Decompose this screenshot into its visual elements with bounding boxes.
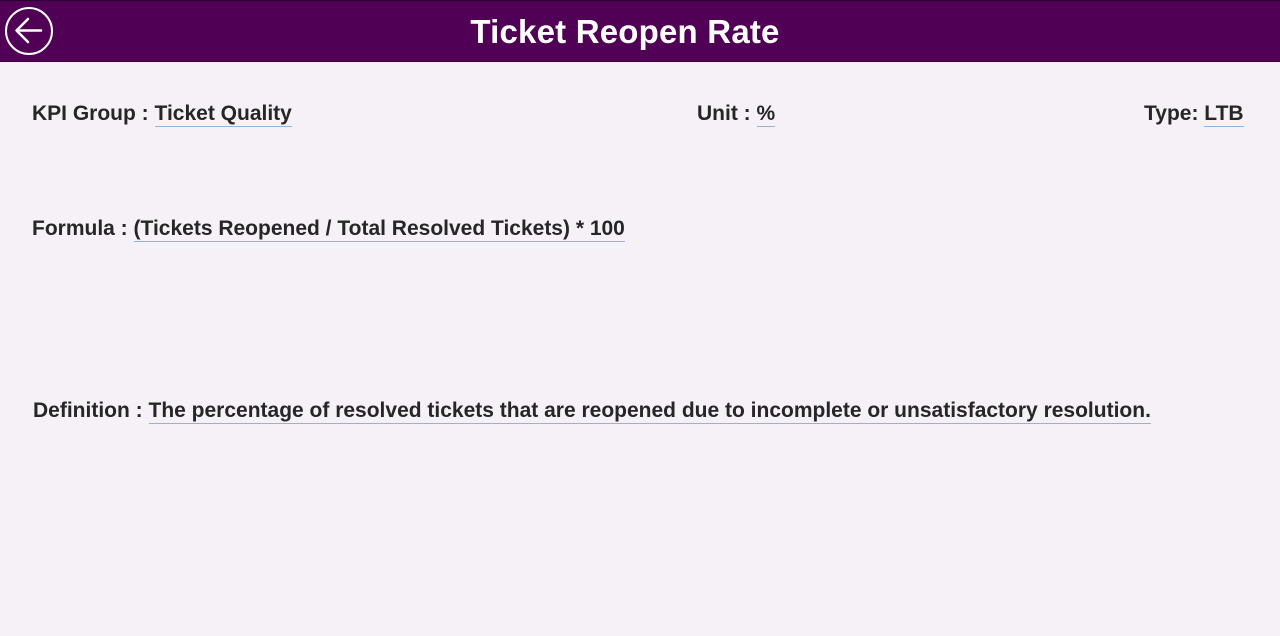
type-label: Type:: [1144, 102, 1199, 125]
kpi-group-label: KPI Group :: [32, 102, 149, 125]
page-title: Ticket Reopen Rate: [470, 13, 780, 50]
type-field: Type: LTB: [1144, 101, 1244, 127]
header-bar: Ticket Reopen Rate: [0, 0, 1280, 62]
formula-field: Formula : (Tickets Reopened / Total Reso…: [32, 216, 625, 242]
unit-field: Unit : %: [697, 101, 776, 127]
unit-value: %: [756, 102, 776, 127]
kpi-definition-page: Ticket Reopen Rate KPI Group : Ticket Qu…: [0, 0, 1280, 636]
type-value: LTB: [1204, 102, 1244, 127]
kpi-group-field: KPI Group : Ticket Quality: [32, 101, 292, 127]
kpi-group-value: Ticket Quality: [154, 102, 292, 127]
formula-label: Formula :: [32, 217, 128, 240]
definition-value: The percentage of resolved tickets that …: [148, 399, 1151, 424]
unit-label: Unit :: [697, 102, 751, 125]
formula-value: (Tickets Reopened / Total Resolved Ticke…: [133, 217, 625, 242]
definition-field: Definition : The percentage of resolved …: [33, 398, 1151, 424]
definition-label: Definition :: [33, 399, 143, 422]
